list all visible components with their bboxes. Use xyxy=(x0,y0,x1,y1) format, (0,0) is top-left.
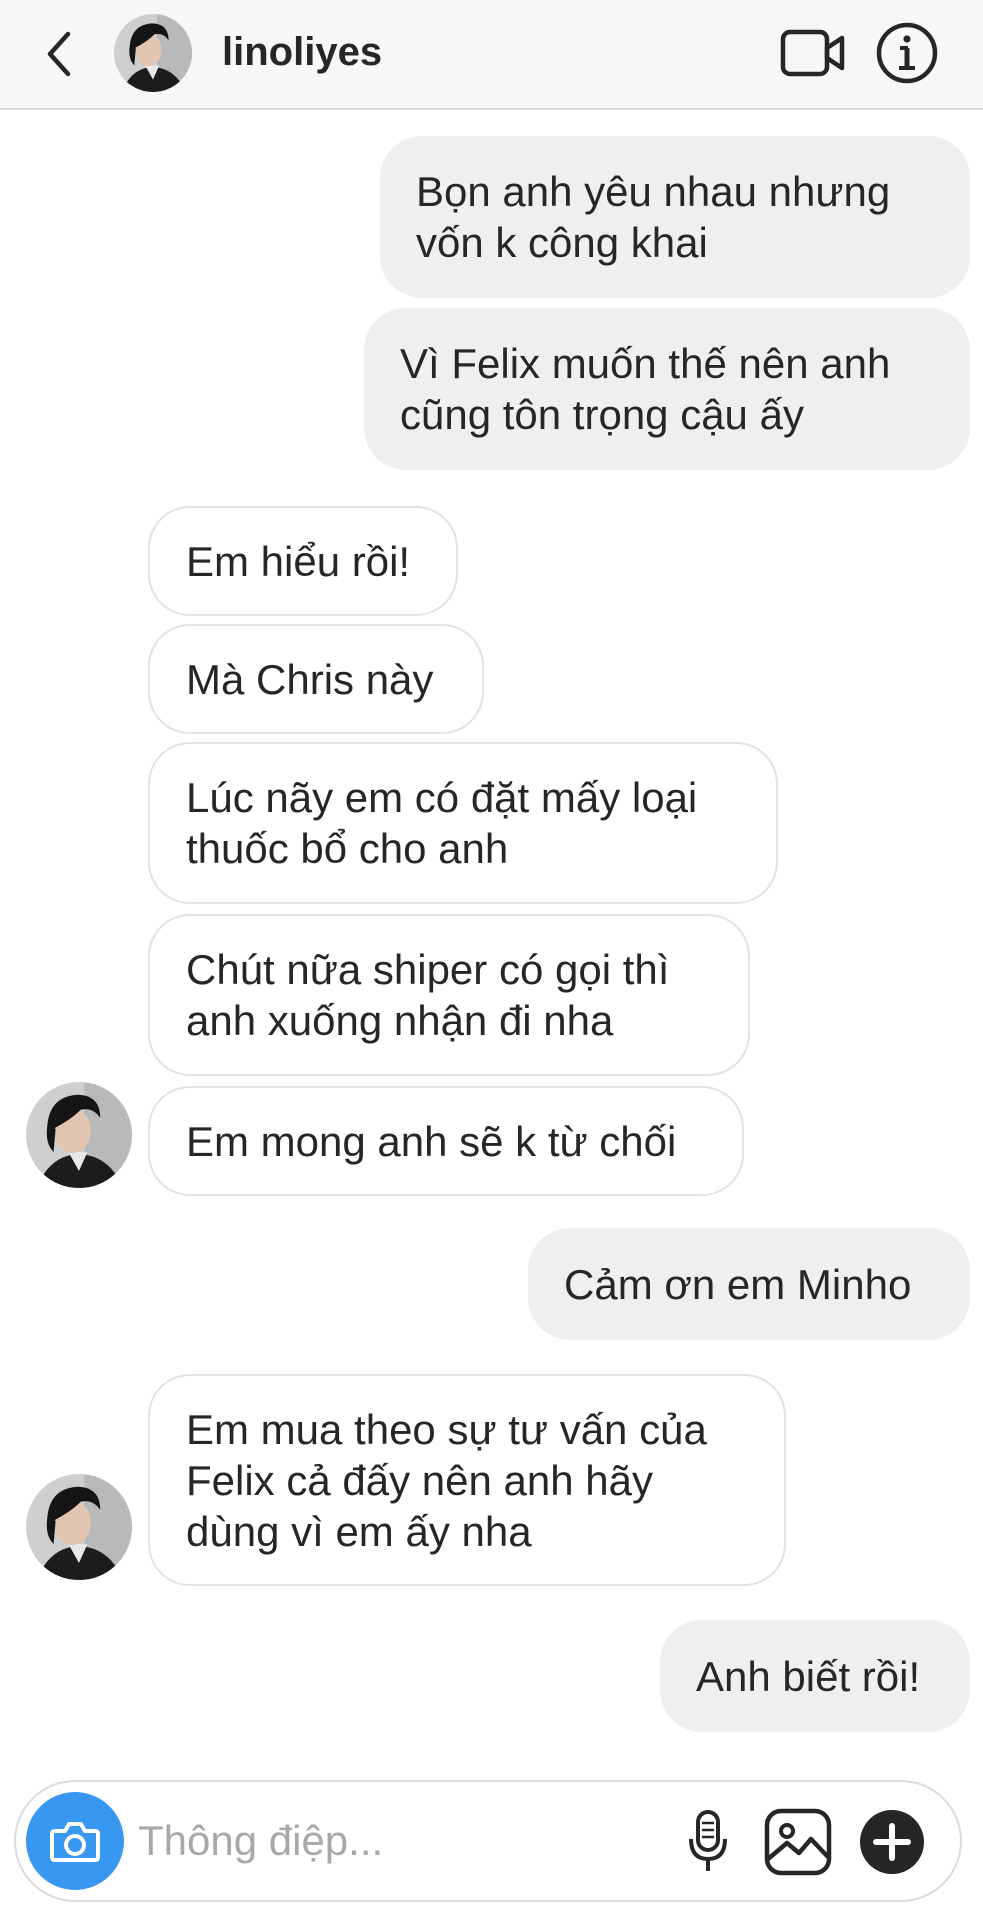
chat-username[interactable]: linoliyes xyxy=(222,28,382,76)
outgoing-message[interactable]: Bọn anh yêu nhau nhưng vốn k công khai xyxy=(380,136,970,298)
message-text: Mà Chris này xyxy=(186,655,434,703)
message-text: Anh biết rồi! xyxy=(696,1652,921,1700)
camera-icon xyxy=(50,1822,100,1862)
outgoing-message[interactable]: Vì Felix muốn thế nên anh cũng tôn trọng… xyxy=(364,308,970,470)
microphone-icon xyxy=(689,1810,727,1871)
incoming-message[interactable]: Lúc nãy em có đặt mấy loại thuốc bổ cho … xyxy=(148,742,778,904)
avatar[interactable] xyxy=(114,14,192,92)
message-text: Lúc nãy em có đặt mấy loại thuốc bổ cho … xyxy=(186,774,698,872)
back-button[interactable] xyxy=(36,26,82,82)
incoming-message[interactable]: Em mua theo sự tư vấn của Felix cả đấy n… xyxy=(148,1374,786,1586)
message-text: Chút nữa shiper có gọi thì anh xuống nhậ… xyxy=(186,946,670,1044)
gallery-button[interactable] xyxy=(758,1802,838,1882)
info-button[interactable] xyxy=(874,20,940,86)
incoming-message[interactable]: Mà Chris này xyxy=(148,624,484,734)
more-options-button[interactable] xyxy=(856,1806,928,1878)
message-text: Em hiểu rồi! xyxy=(186,537,411,585)
image-gallery-icon xyxy=(764,1808,832,1876)
avatar[interactable] xyxy=(26,1082,132,1188)
message-text: Vì Felix muốn thế nên anh cũng tôn trọng… xyxy=(400,340,891,438)
message-composer xyxy=(14,1780,962,1902)
outgoing-message[interactable]: Cảm ơn em Minho xyxy=(528,1228,970,1340)
chevron-left-icon xyxy=(47,31,71,77)
video-camera-icon xyxy=(780,29,845,77)
incoming-message[interactable]: Chút nữa shiper có gọi thì anh xuống nhậ… xyxy=(148,914,750,1076)
message-text: Em mong anh sẽ k từ chối xyxy=(186,1117,677,1165)
plus-circle-icon xyxy=(860,1810,924,1874)
message-text: Em mua theo sự tư vấn của Felix cả đấy n… xyxy=(186,1405,707,1555)
incoming-message[interactable]: Em hiểu rồi! xyxy=(148,506,458,616)
video-call-button[interactable] xyxy=(778,24,848,82)
outgoing-message[interactable]: Anh biết rồi! xyxy=(660,1620,970,1732)
message-input[interactable] xyxy=(138,1810,658,1872)
voice-message-button[interactable] xyxy=(672,1804,744,1880)
chat-header: linoliyes xyxy=(0,0,983,110)
message-text: Bọn anh yêu nhau nhưng vốn k công khai xyxy=(416,168,891,266)
message-text: Cảm ơn em Minho xyxy=(564,1260,912,1308)
incoming-message[interactable]: Em mong anh sẽ k từ chối xyxy=(148,1086,744,1196)
avatar[interactable] xyxy=(26,1474,132,1580)
info-icon xyxy=(876,22,938,84)
camera-button[interactable] xyxy=(26,1792,124,1890)
